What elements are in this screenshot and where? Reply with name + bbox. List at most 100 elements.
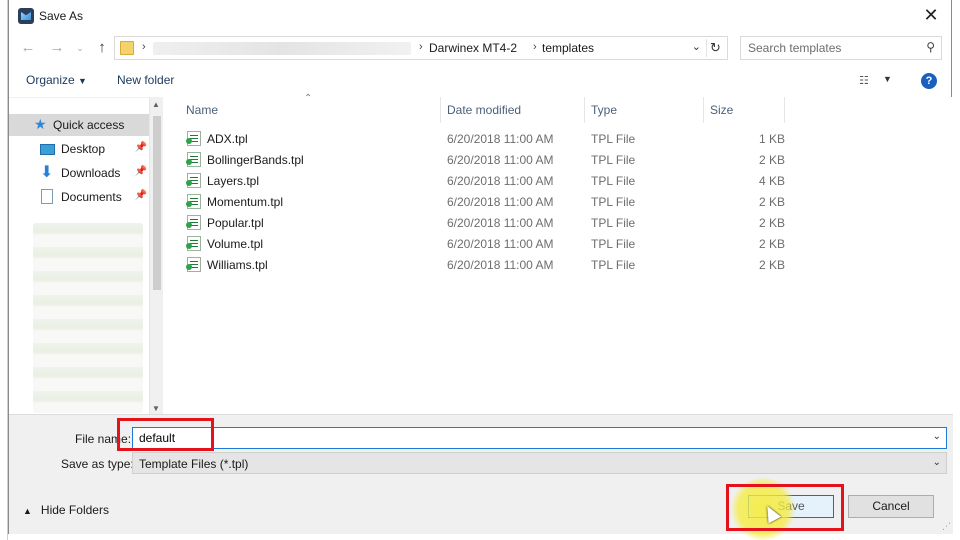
address-bar[interactable]: › › Darwinex MT4-2 › templates ⌄ ↻ <box>114 36 728 60</box>
organize-button[interactable]: Organize ▼ <box>26 73 87 87</box>
app-icon <box>18 8 34 24</box>
save-button[interactable]: Save <box>748 495 834 518</box>
tpl-file-icon <box>186 131 201 146</box>
file-date: 6/20/2018 11:00 AM <box>447 174 554 188</box>
file-row[interactable]: Momentum.tpl 6/20/2018 11:00 AM TPL File… <box>166 191 952 212</box>
tpl-file-icon <box>186 215 201 230</box>
arrow-up-icon[interactable]: ↑ <box>91 37 113 59</box>
redacted-folder-list <box>33 223 143 413</box>
save-type-value: Template Files (*.tpl) <box>139 457 249 471</box>
scroll-up-icon[interactable]: ▲ <box>152 100 160 109</box>
navigation-pane: ★ Quick access Desktop 📌 ⬇ Downloads 📌 D… <box>9 97 163 415</box>
file-row[interactable]: Volume.tpl 6/20/2018 11:00 AM TPL File 2… <box>166 233 952 254</box>
tpl-file-icon <box>186 152 201 167</box>
scroll-down-icon[interactable]: ▼ <box>152 404 160 413</box>
chevron-down-icon[interactable]: ⌄ <box>69 37 91 59</box>
file-name: Volume.tpl <box>207 237 264 251</box>
file-date: 6/20/2018 11:00 AM <box>447 153 554 167</box>
chevron-right-icon: › <box>419 41 423 53</box>
organize-label: Organize <box>26 73 75 87</box>
document-icon <box>41 189 53 204</box>
view-options-icon[interactable]: ☷ <box>859 74 869 87</box>
redacted-path <box>153 42 411 55</box>
search-icon[interactable]: ⚲ <box>926 40 935 54</box>
caret-down-icon: ▼ <box>78 76 87 86</box>
file-date: 6/20/2018 11:00 AM <box>447 195 554 209</box>
chevron-down-icon[interactable]: ⌄ <box>933 457 941 468</box>
save-as-dialog: Save As ✕ ← → ⌄ ↑ › › Darwinex MT4-2 › t… <box>8 0 953 534</box>
new-folder-button[interactable]: New folder <box>117 73 174 87</box>
save-type-label: Save as type: <box>61 457 134 471</box>
column-header-name[interactable]: Name <box>180 97 441 123</box>
save-type-select[interactable]: Template Files (*.tpl) ⌄ <box>132 452 947 474</box>
arrow-left-icon[interactable]: ← <box>17 37 39 59</box>
file-row[interactable]: Popular.tpl 6/20/2018 11:00 AM TPL File … <box>166 212 952 233</box>
background-app-edge <box>0 0 8 540</box>
cancel-button[interactable]: Cancel <box>848 495 934 518</box>
star-icon: ★ <box>34 116 47 132</box>
file-name-field[interactable]: ⌄ <box>132 427 947 449</box>
command-bar: Organize ▼ New folder ☷ ▼ ? <box>9 68 951 94</box>
file-name: Williams.tpl <box>207 258 268 272</box>
file-date: 6/20/2018 11:00 AM <box>447 237 554 251</box>
pin-icon[interactable]: 📌 <box>135 166 147 177</box>
search-box[interactable]: ⚲ <box>740 36 942 60</box>
save-form: File name: ⌄ Save as type: Template File… <box>9 414 953 534</box>
folder-icon <box>120 41 134 55</box>
file-size: 1 KB <box>758 132 785 146</box>
file-size: 4 KB <box>758 174 785 188</box>
caret-up-icon: ▲ <box>23 506 32 516</box>
refresh-icon[interactable]: ↻ <box>706 39 724 57</box>
breadcrumb-templates[interactable]: templates <box>542 41 594 55</box>
tpl-file-icon <box>186 236 201 251</box>
file-size: 2 KB <box>758 258 785 272</box>
file-rows: ADX.tpl 6/20/2018 11:00 AM TPL File 1 KB… <box>166 128 952 275</box>
caret-down-icon[interactable]: ▼ <box>883 74 892 84</box>
file-size: 2 KB <box>758 153 785 167</box>
file-row[interactable]: BollingerBands.tpl 6/20/2018 11:00 AM TP… <box>166 149 952 170</box>
sidebar-item-documents[interactable]: Documents 📌 <box>9 186 149 208</box>
title-bar: Save As ✕ <box>9 0 951 32</box>
close-icon[interactable]: ✕ <box>919 4 943 28</box>
sidebar-item-label: Quick access <box>53 118 125 132</box>
file-type: TPL File <box>591 258 636 272</box>
sidebar-item-label: Desktop <box>61 142 106 156</box>
scrollbar-thumb[interactable] <box>153 116 161 290</box>
file-name-input[interactable] <box>133 428 913 448</box>
resize-grip-icon[interactable]: ⋰ <box>942 521 951 532</box>
download-arrow-icon: ⬇ <box>40 164 54 181</box>
sidebar-item-quick-access[interactable]: ★ Quick access <box>9 114 149 136</box>
pin-icon[interactable]: 📌 <box>135 190 147 201</box>
column-header-date[interactable]: Date modified <box>441 97 585 123</box>
navigation-bar: ← → ⌄ ↑ › › Darwinex MT4-2 › templates ⌄… <box>9 35 951 61</box>
hide-folders-button[interactable]: ▲ Hide Folders <box>23 503 109 517</box>
file-date: 6/20/2018 11:00 AM <box>447 132 554 146</box>
chevron-down-icon[interactable]: ⌄ <box>692 40 701 53</box>
file-row[interactable]: Williams.tpl 6/20/2018 11:00 AM TPL File… <box>166 254 952 275</box>
column-header-type[interactable]: Type <box>585 97 704 123</box>
sidebar-item-label: Downloads <box>61 166 121 180</box>
file-size: 2 KB <box>758 195 785 209</box>
sidebar-item-downloads[interactable]: ⬇ Downloads 📌 <box>9 162 149 184</box>
arrow-right-icon[interactable]: → <box>46 37 68 59</box>
tpl-file-icon <box>186 173 201 188</box>
breadcrumb-darwinex[interactable]: Darwinex MT4-2 <box>429 41 517 55</box>
help-icon[interactable]: ? <box>921 73 937 89</box>
search-input[interactable] <box>741 37 911 59</box>
file-row[interactable]: ADX.tpl 6/20/2018 11:00 AM TPL File 1 KB <box>166 128 952 149</box>
file-type: TPL File <box>591 153 636 167</box>
pin-icon[interactable]: 📌 <box>135 142 147 153</box>
file-row[interactable]: Layers.tpl 6/20/2018 11:00 AM TPL File 4… <box>166 170 952 191</box>
column-headers: ⌃ Name Date modified Type Size <box>166 93 952 123</box>
tpl-file-icon <box>186 257 201 272</box>
file-size: 2 KB <box>758 237 785 251</box>
dialog-title: Save As <box>39 9 84 23</box>
file-type: TPL File <box>591 237 636 251</box>
file-size: 2 KB <box>758 216 785 230</box>
column-header-size[interactable]: Size <box>704 97 785 123</box>
file-name: Layers.tpl <box>207 174 260 188</box>
chevron-down-icon[interactable]: ⌄ <box>933 431 941 442</box>
sidebar-scrollbar[interactable]: ▲ ▼ <box>149 98 163 415</box>
file-name: BollingerBands.tpl <box>207 153 304 167</box>
sidebar-item-desktop[interactable]: Desktop 📌 <box>9 138 149 160</box>
